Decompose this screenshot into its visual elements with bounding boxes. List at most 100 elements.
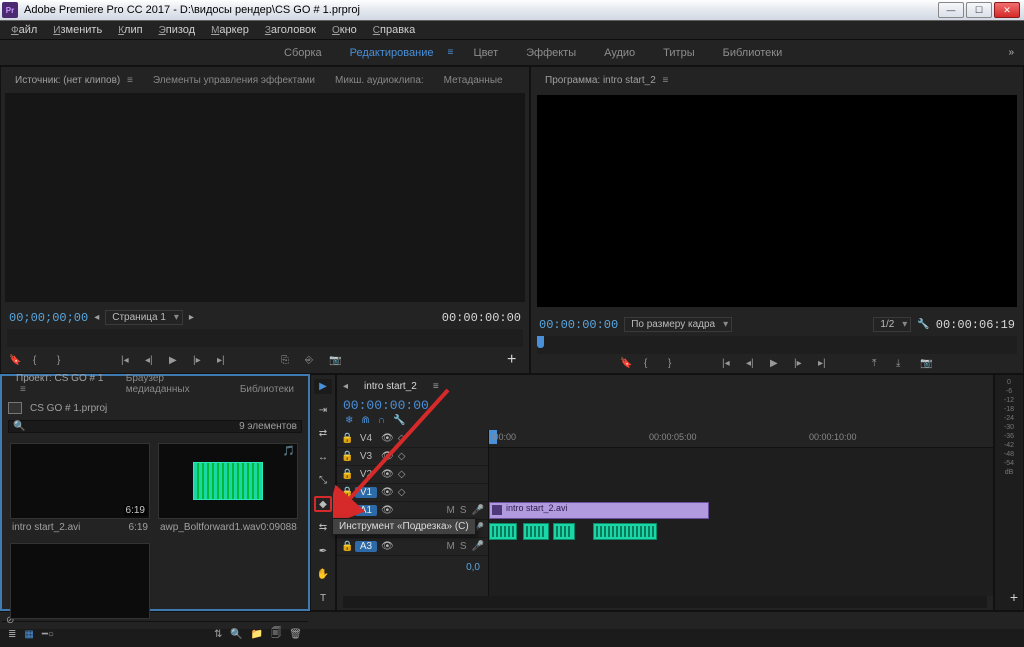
page-selector[interactable]: Страница 1 xyxy=(105,310,183,325)
marker-icon[interactable]: 🔖 xyxy=(620,358,634,369)
find-icon[interactable]: 🔍 xyxy=(230,629,242,640)
audio-clip[interactable] xyxy=(553,523,575,540)
ws-overflow-icon[interactable]: » xyxy=(1008,47,1014,58)
ws-audio[interactable]: Аудио xyxy=(590,42,649,64)
ws-editing-menu-icon[interactable]: ≡ xyxy=(447,47,459,58)
menu-marker[interactable]: Маркер xyxy=(204,22,256,38)
step-back-icon[interactable]: ◂| xyxy=(145,355,159,366)
selection-tool-icon[interactable]: ▶ xyxy=(314,379,332,394)
rate-stretch-tool-icon[interactable]: ⤡ xyxy=(314,473,332,488)
menu-edit[interactable]: Изменить xyxy=(46,22,109,38)
source-out-timecode[interactable]: 00:00:00:00 xyxy=(442,311,521,325)
in-icon[interactable]: { xyxy=(33,355,47,366)
ws-titles[interactable]: Титры xyxy=(649,42,708,64)
step-back-icon[interactable]: ◂| xyxy=(746,358,760,369)
ripple-tool-icon[interactable]: ⇄ xyxy=(314,426,332,441)
track-select-tool-icon[interactable]: ⇥ xyxy=(314,402,332,417)
solo-icon[interactable]: S xyxy=(460,505,467,516)
tab-metadata[interactable]: Метаданные xyxy=(436,72,511,89)
minimize-button[interactable]: — xyxy=(938,2,964,18)
tab-project[interactable]: Проект: CS GO # 1 ≡ xyxy=(8,370,114,398)
goto-out-icon[interactable]: ▸| xyxy=(818,358,832,369)
sort-icon[interactable]: ⇅ xyxy=(214,629,222,640)
tab-source[interactable]: Источник: (нет клипов) ≡ xyxy=(7,72,141,89)
extract-icon[interactable]: ⤓ xyxy=(896,358,910,369)
tab-audio-mixer[interactable]: Микш. аудиоклипа: xyxy=(327,72,432,89)
timeline-scroll-value[interactable]: 0,0 xyxy=(337,556,488,579)
ws-color[interactable]: Цвет xyxy=(459,42,512,64)
close-button[interactable]: ✕ xyxy=(994,2,1020,18)
ws-editing[interactable]: Редактирование xyxy=(336,42,448,64)
mic-icon[interactable]: 🎤 xyxy=(472,505,484,516)
seq-prev-icon[interactable]: ◂ xyxy=(343,381,348,392)
audio-clip[interactable] xyxy=(523,523,549,540)
play-icon[interactable]: ▶ xyxy=(770,358,784,369)
goto-in-icon[interactable]: |◂ xyxy=(722,358,736,369)
razor-tool-icon[interactable]: ◆ xyxy=(314,496,332,512)
zoom-slider[interactable]: ━○ xyxy=(42,629,54,640)
step-fwd-icon[interactable]: |▸ xyxy=(193,355,207,366)
source-in-timecode[interactable]: 00;00;00;00 xyxy=(9,311,88,325)
program-monitor[interactable] xyxy=(537,95,1017,307)
project-item[interactable]: 🎵 awp_Boltforward1.wav0:09088 xyxy=(158,443,298,533)
playhead-icon[interactable] xyxy=(537,336,544,348)
pen-tool-icon[interactable]: ✒ xyxy=(314,544,332,559)
menu-clip[interactable]: Клип xyxy=(111,22,149,38)
rolling-tool-icon[interactable]: ↔ xyxy=(314,449,332,464)
linked-sel-icon[interactable]: ⋒ xyxy=(361,415,369,426)
new-bin-icon[interactable]: 📁 xyxy=(251,629,263,640)
in-icon[interactable]: { xyxy=(644,358,658,369)
tab-effect-controls[interactable]: Элементы управления эффектами xyxy=(145,72,323,89)
out-icon[interactable]: } xyxy=(57,355,71,366)
eye-icon[interactable]: 👁 xyxy=(381,433,394,444)
add-button-icon[interactable]: + xyxy=(507,351,521,369)
tab-media-browser[interactable]: Браузер медиаданных xyxy=(118,370,228,398)
goto-in-icon[interactable]: |◂ xyxy=(121,355,135,366)
tab-menu-icon[interactable]: ≡ xyxy=(124,75,133,86)
timeline-timecode[interactable]: 00:00:00:00 xyxy=(337,398,993,413)
track-v3[interactable]: V3 xyxy=(355,451,377,462)
maximize-button[interactable]: ☐ xyxy=(966,2,992,18)
track-a3[interactable]: A3 xyxy=(355,541,377,552)
snap-icon[interactable]: ❄ xyxy=(345,415,353,426)
new-item-icon[interactable]: 🗐 xyxy=(271,626,281,643)
goto-out-icon[interactable]: ▸| xyxy=(217,355,231,366)
project-search-input[interactable] xyxy=(25,421,239,432)
trash-icon[interactable]: 🗑 xyxy=(289,629,302,640)
track-a1[interactable]: A1 xyxy=(355,505,377,516)
icon-view-icon[interactable]: ▦ xyxy=(24,629,33,640)
menu-file[interactable]: Файл xyxy=(4,22,44,38)
type-tool-icon[interactable]: T xyxy=(314,591,332,606)
step-fwd-icon[interactable]: |▸ xyxy=(794,358,808,369)
project-item[interactable]: 6:19 intro start_2.avi6:19 xyxy=(10,443,150,533)
menu-sequence[interactable]: Эпизод xyxy=(152,22,203,38)
play-icon[interactable]: ▶ xyxy=(169,355,183,366)
timeline-zoom-bar[interactable] xyxy=(343,596,987,608)
track-v1[interactable]: V1 xyxy=(355,487,377,498)
wrench-icon[interactable]: 🔧 xyxy=(917,319,929,330)
overwrite-icon[interactable]: ⎆ xyxy=(305,355,319,366)
mute-icon[interactable]: M xyxy=(447,505,455,516)
tab-libraries[interactable]: Библиотеки xyxy=(232,381,302,398)
menu-window[interactable]: Окно xyxy=(325,22,364,38)
page-next-icon[interactable]: ▸ xyxy=(189,312,194,323)
lock-icon[interactable]: 🔒 xyxy=(341,433,351,444)
fit-dropdown[interactable]: По размеру кадра xyxy=(624,317,732,332)
export-frame-icon[interactable]: 📷 xyxy=(920,358,934,369)
toggle-output-icon[interactable]: ◇ xyxy=(398,433,406,444)
marker-icon[interactable]: 🔖 xyxy=(9,355,23,366)
menu-title[interactable]: Заголовок xyxy=(258,22,323,38)
audio-clip[interactable] xyxy=(489,523,517,540)
program-in-timecode[interactable]: 00:00:00:00 xyxy=(539,318,618,332)
track-v2[interactable]: V2 xyxy=(355,469,377,480)
sequence-tab[interactable]: intro start_2 xyxy=(356,378,425,395)
slip-tool-icon[interactable]: ⇆ xyxy=(314,520,332,535)
settings-icon[interactable]: 🔧 xyxy=(393,415,405,426)
hand-tool-icon[interactable]: ✋ xyxy=(314,567,332,582)
list-view-icon[interactable]: ≣ xyxy=(8,629,16,640)
zoom-dropdown[interactable]: 1/2 xyxy=(873,317,911,332)
source-scrub-bar[interactable] xyxy=(7,329,523,347)
audio-clip[interactable] xyxy=(593,523,657,540)
ws-effects[interactable]: Эффекты xyxy=(512,42,590,64)
time-ruler[interactable]: :00:00 00:00:05:00 00:00:10:00 xyxy=(489,430,993,448)
